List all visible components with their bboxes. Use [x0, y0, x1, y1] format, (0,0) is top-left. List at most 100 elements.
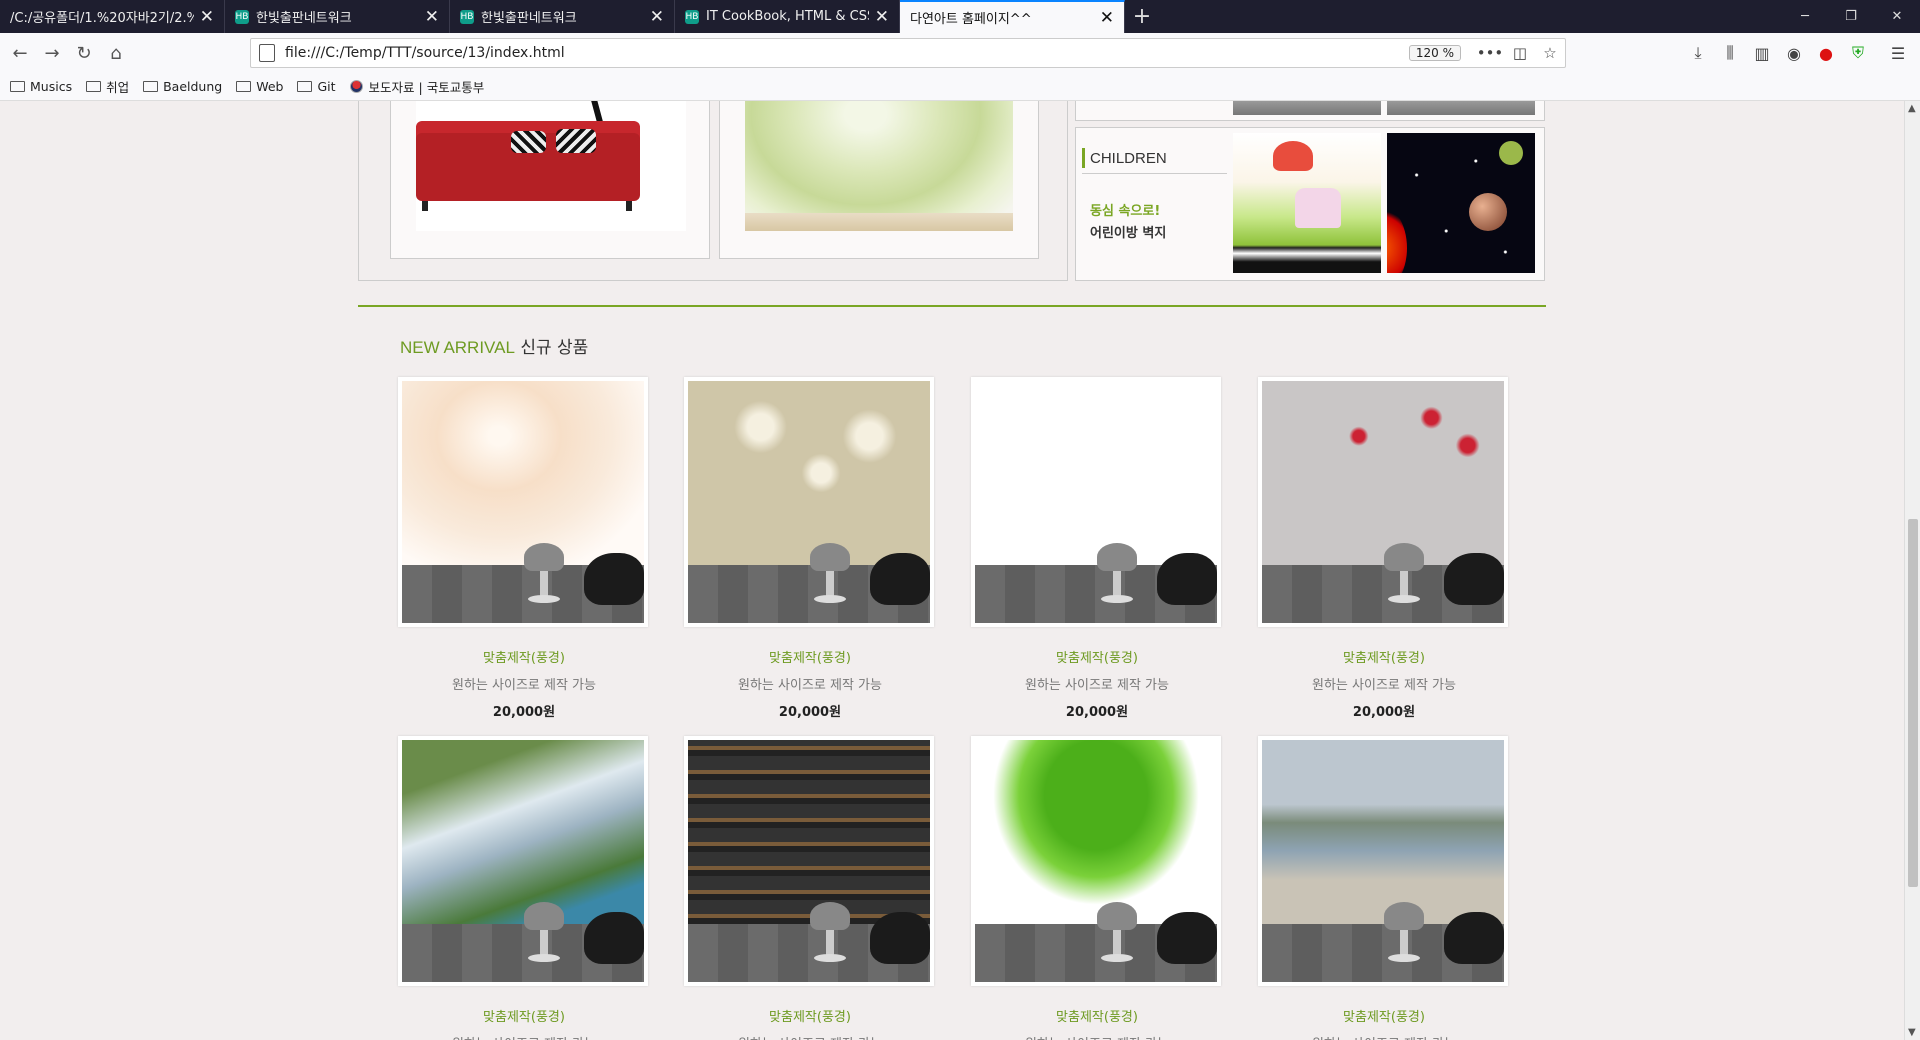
product-image[interactable]: [1258, 736, 1508, 986]
library-icon[interactable]: ⫼: [1714, 37, 1746, 69]
shield-icon[interactable]: ⛨: [1842, 37, 1874, 69]
bookmark-jobs[interactable]: 취업: [86, 77, 129, 96]
product-name[interactable]: 맞춤제작(풍경): [971, 647, 1223, 666]
scroll-down-icon[interactable]: ▼: [1908, 1027, 1916, 1038]
featured-card-sofa[interactable]: [390, 101, 710, 259]
product-image[interactable]: [398, 736, 648, 986]
tab-title: 한빛출판네트워크: [481, 11, 577, 26]
bookmark-label: 취업: [106, 80, 130, 95]
product-card[interactable]: 맞춤제작(풍경) 원하는 사이즈로 제작 가능 20,000원: [1258, 377, 1510, 720]
product-card[interactable]: 맞춤제작(풍경) 원하는 사이즈로 제작 가능: [398, 736, 650, 1040]
product-description: 원하는 사이즈로 제작 가능: [398, 1033, 650, 1040]
menu-icon[interactable]: ☰: [1882, 37, 1914, 69]
scrollbar[interactable]: ▲ ▼: [1904, 101, 1920, 1040]
featured-card-rose[interactable]: [719, 101, 1039, 259]
product-description: 원하는 사이즈로 제작 가능: [1312, 678, 1456, 693]
scrollbar-thumb[interactable]: [1908, 519, 1918, 887]
download-icon[interactable]: ⤓: [1682, 37, 1714, 69]
bookmarks-bar: Musics 취업 Baeldung Web Git 보도자료 | 국토교통부: [0, 73, 1920, 101]
product-card[interactable]: 맞춤제작(풍경) 원하는 사이즈로 제작 가능 20,000원: [684, 377, 936, 720]
tab-title: IT CookBook, HTML & CSS for: [706, 9, 869, 24]
toolbar-icons: ⤓ ⫼ ▥ ◉ ● ⛨ ☰: [1682, 37, 1914, 69]
more-actions-icon[interactable]: •••: [1475, 44, 1505, 62]
children-subtitle: 동심 속으로!: [1090, 204, 1161, 219]
product-card[interactable]: 맞춤제작(풍경) 원하는 사이즈로 제작 가능 20,000원: [971, 377, 1223, 720]
new-arrival-title-en: NEW ARRIVAL: [400, 338, 515, 357]
window-controls: ─ ❐ ✕: [1782, 0, 1920, 33]
tab-title: 한빛출판네트워크: [256, 11, 352, 26]
reload-icon[interactable]: ↻: [68, 37, 100, 69]
product-card[interactable]: 맞춤제작(풍경) 원하는 사이즈로 제작 가능 20,000원: [398, 377, 650, 720]
close-icon[interactable]: ✕: [425, 7, 439, 27]
forward-icon[interactable]: →: [36, 37, 68, 69]
bookmark-baeldung[interactable]: Baeldung: [143, 79, 222, 94]
product-image[interactable]: [684, 736, 934, 986]
close-window-icon[interactable]: ✕: [1874, 0, 1920, 33]
tab-hanbit-1[interactable]: HB 한빛출판네트워크 ✕: [225, 0, 450, 33]
product-card[interactable]: 맞춤제작(풍경) 원하는 사이즈로 제작 가능: [971, 736, 1223, 1040]
korea-flag-icon: [349, 80, 363, 93]
product-card[interactable]: 맞춤제작(풍경) 원하는 사이즈로 제작 가능: [684, 736, 936, 1040]
product-image[interactable]: [684, 377, 934, 627]
restore-icon[interactable]: ❐: [1828, 0, 1874, 33]
product-description: 원하는 사이즈로 제작 가능: [452, 678, 596, 693]
product-price: 20,000원: [492, 705, 556, 720]
site-favicon-icon: HB: [235, 9, 249, 24]
bookmark-label: 보도자료 | 국토교통부: [368, 80, 485, 95]
bookmark-label: Web: [256, 79, 284, 94]
folder-icon: [236, 81, 252, 92]
account-icon[interactable]: ◉: [1778, 37, 1810, 69]
new-tab-button[interactable]: +: [1125, 0, 1159, 33]
children-category-card[interactable]: CHILDREN 동심 속으로! 어린이방 벽지: [1075, 127, 1545, 281]
product-name[interactable]: 맞춤제작(풍경): [1258, 647, 1510, 666]
sidebar-icon[interactable]: ▥: [1746, 37, 1778, 69]
back-icon[interactable]: ←: [4, 37, 36, 69]
category-card-top[interactable]: [1075, 101, 1545, 121]
tab-it-cookbook[interactable]: HB IT CookBook, HTML & CSS for ✕: [675, 0, 900, 33]
children-caption: 어린이방 벽지: [1090, 226, 1167, 241]
home-icon[interactable]: ⌂: [100, 37, 132, 69]
product-image[interactable]: [1258, 377, 1508, 627]
product-name[interactable]: 맞춤제작(풍경): [684, 1006, 936, 1025]
product-name[interactable]: 맞춤제작(풍경): [398, 647, 650, 666]
product-image[interactable]: [971, 377, 1221, 627]
bookmark-web[interactable]: Web: [236, 79, 283, 94]
close-icon[interactable]: ✕: [875, 7, 889, 27]
tab-dayeon-art[interactable]: 다연아트 홈페이지^^ ✕: [900, 0, 1125, 33]
tab-title: /C:/공유폴더/1.%20자바2기/2.%2: [10, 11, 194, 26]
bookmark-label: Musics: [30, 79, 73, 94]
page-content: CHILDREN 동심 속으로! 어린이방 벽지 NEW ARRIVAL 신규 …: [0, 101, 1904, 1040]
close-icon[interactable]: ✕: [650, 7, 664, 27]
product-name[interactable]: 맞춤제작(풍경): [971, 1006, 1223, 1025]
product-card[interactable]: 맞춤제작(풍경) 원하는 사이즈로 제작 가능: [1258, 736, 1510, 1040]
folder-icon: [10, 81, 25, 92]
kids-room-image[interactable]: [1233, 133, 1381, 273]
site-favicon-icon: HB: [685, 9, 699, 24]
bookmark-musics[interactable]: Musics: [10, 79, 72, 94]
product-image[interactable]: [398, 377, 648, 627]
tab-title: 다연아트 홈페이지^^: [910, 12, 1032, 27]
product-name[interactable]: 맞춤제작(풍경): [1258, 1006, 1510, 1025]
product-description: 원하는 사이즈로 제작 가능: [684, 1033, 936, 1040]
pocket-icon[interactable]: ◫: [1505, 44, 1535, 62]
close-icon[interactable]: ✕: [200, 7, 214, 27]
product-name[interactable]: 맞춤제작(풍경): [684, 647, 936, 666]
folder-icon: [297, 81, 313, 92]
new-arrival-heading: NEW ARRIVAL 신규 상품: [400, 333, 588, 358]
minimize-icon[interactable]: ─: [1782, 0, 1828, 33]
tab-hanbit-2[interactable]: HB 한빛출판네트워크 ✕: [450, 0, 675, 33]
bookmark-git[interactable]: Git: [297, 79, 336, 94]
product-image[interactable]: [971, 736, 1221, 986]
product-description: 원하는 사이즈로 제작 가능: [1025, 678, 1169, 693]
bookmark-star-icon[interactable]: ☆: [1535, 44, 1565, 62]
product-name[interactable]: 맞춤제작(풍경): [398, 1006, 650, 1025]
close-icon[interactable]: ✕: [1100, 8, 1114, 28]
scroll-up-icon[interactable]: ▲: [1908, 103, 1916, 114]
tab-file[interactable]: /C:/공유폴더/1.%20자바2기/2.%2 ✕: [0, 0, 225, 33]
space-wallpaper-image[interactable]: [1387, 133, 1535, 273]
bookmark-molit[interactable]: 보도자료 | 국토교통부: [349, 77, 485, 96]
url-text[interactable]: file:///C:/Temp/TTT/source/13/index.html: [285, 45, 1409, 61]
address-bar[interactable]: file:///C:/Temp/TTT/source/13/index.html…: [250, 38, 1566, 68]
opera-extension-icon[interactable]: ●: [1810, 37, 1842, 69]
zoom-indicator[interactable]: 120 %: [1408, 45, 1461, 61]
